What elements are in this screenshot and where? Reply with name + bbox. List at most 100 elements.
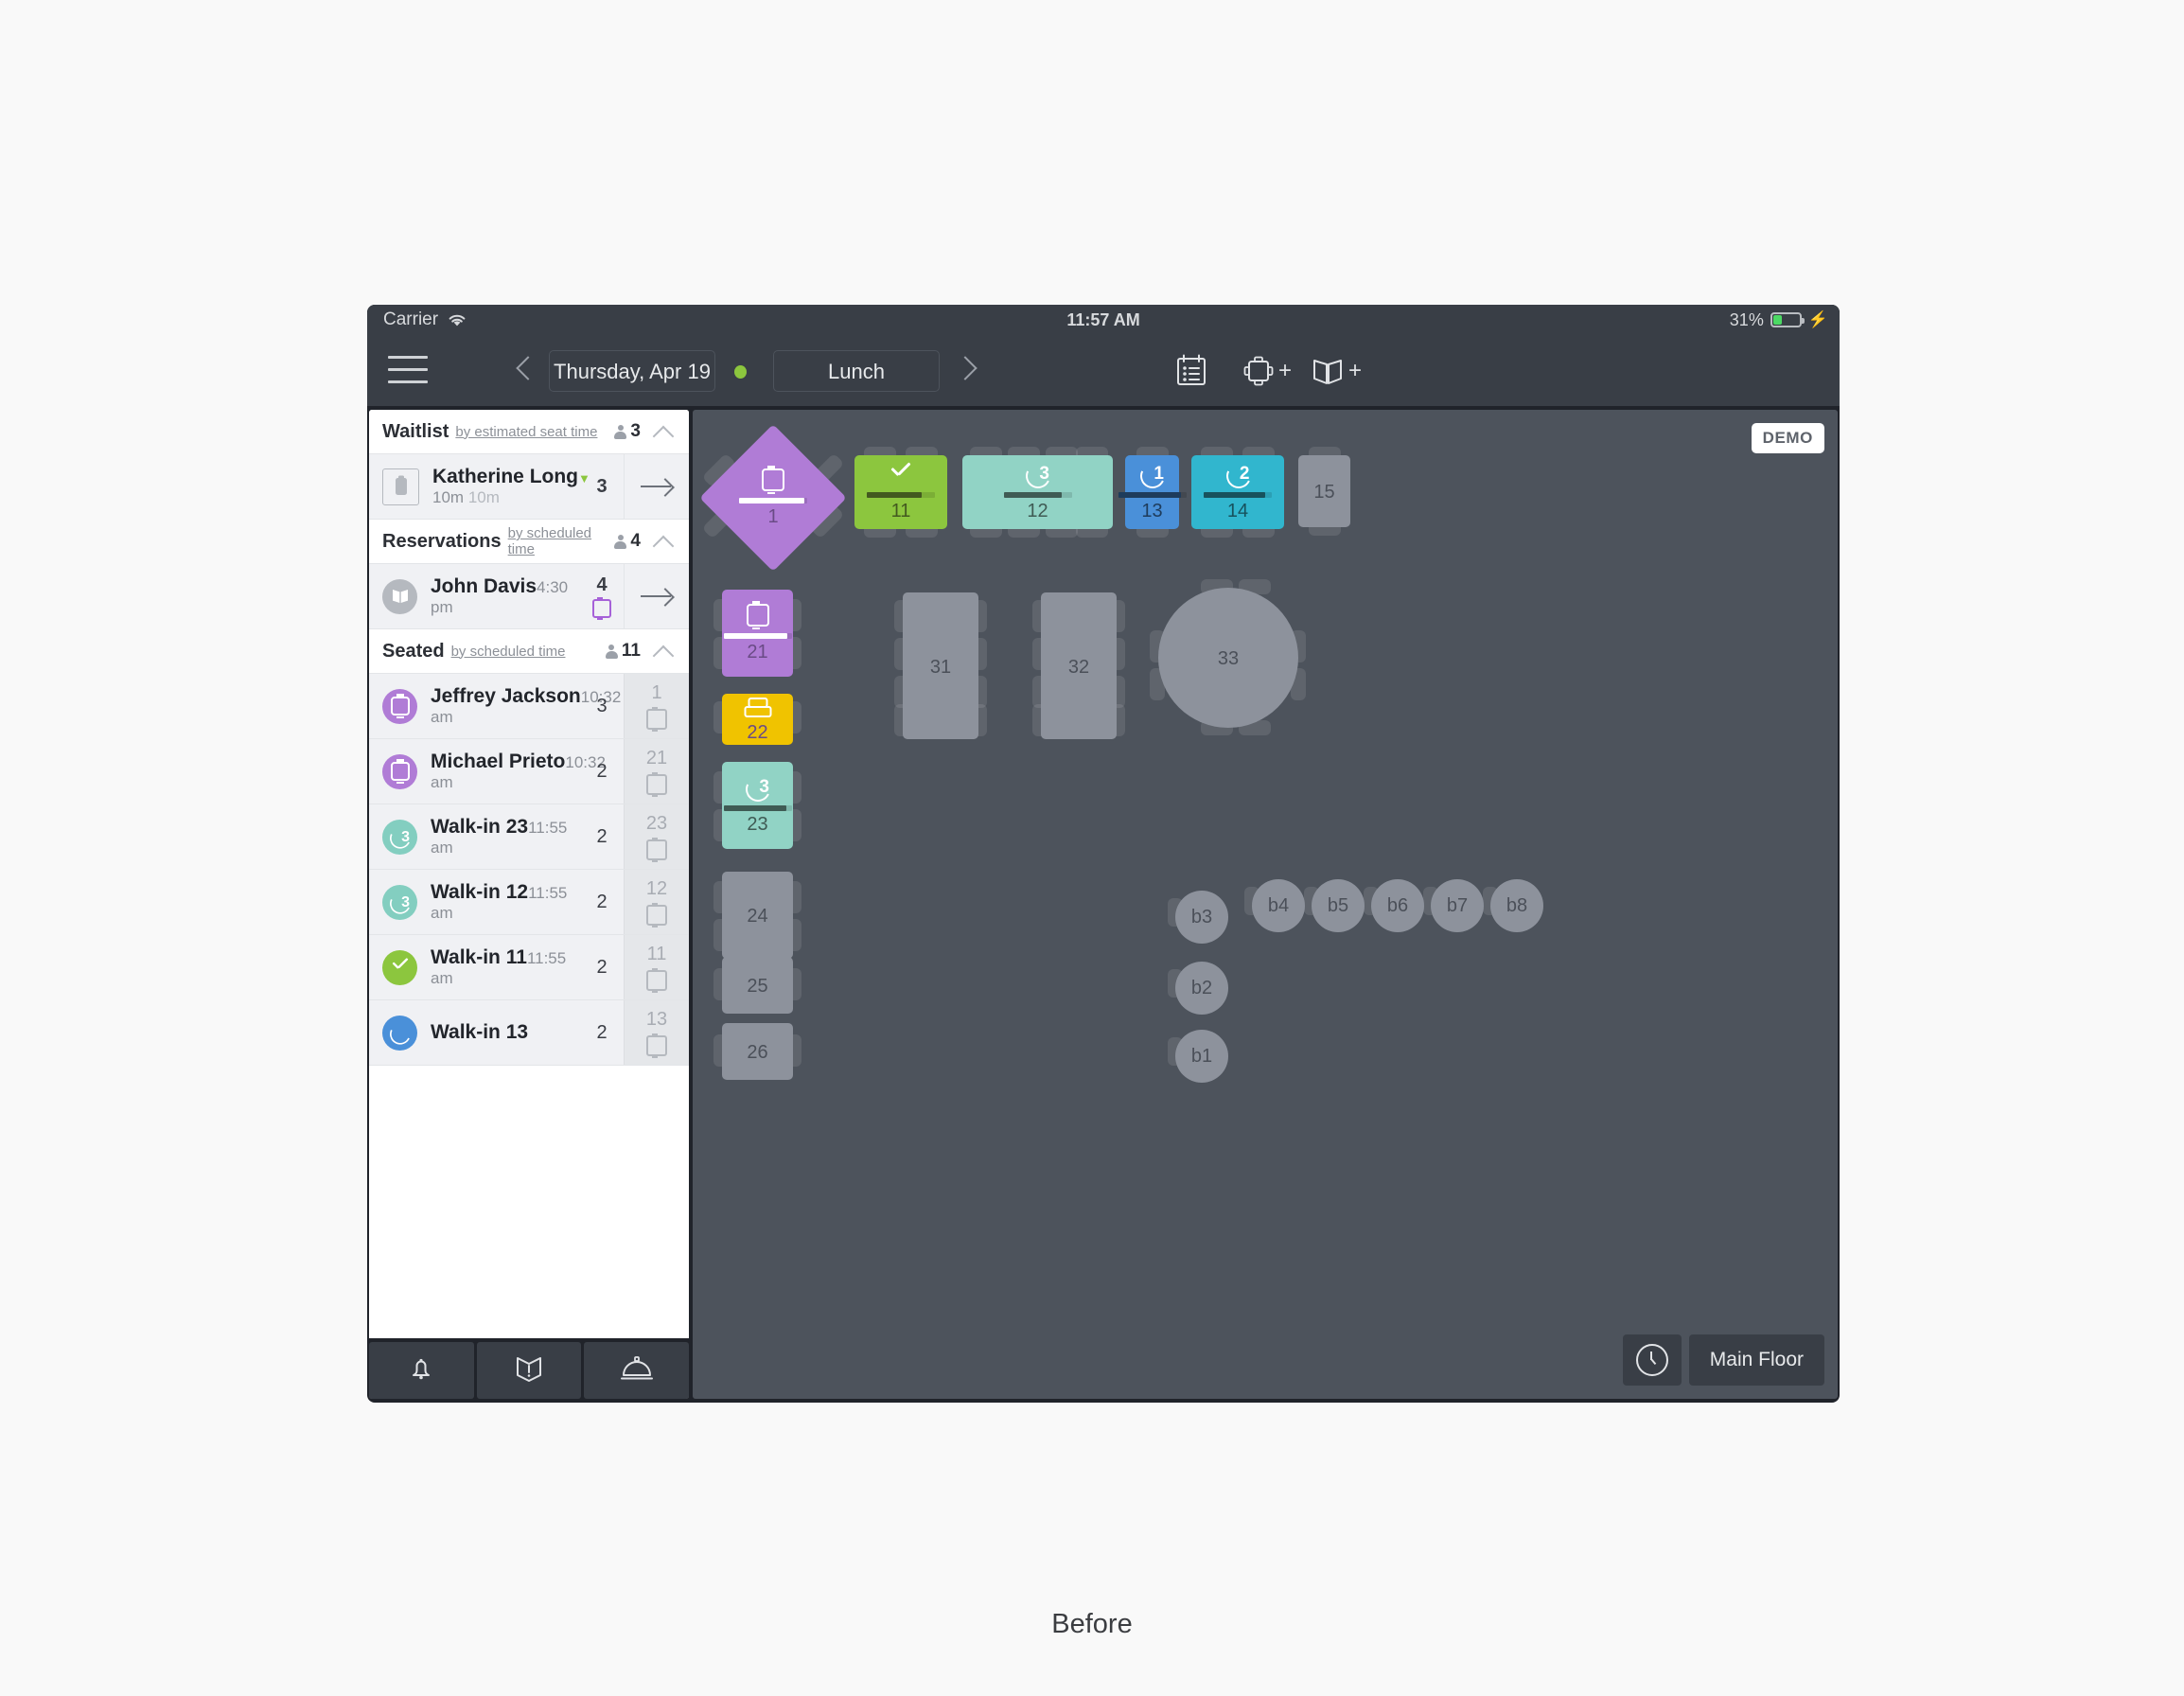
bar-seat-b4[interactable]: b4: [1252, 879, 1305, 932]
floor-table-11[interactable]: 11: [854, 447, 947, 538]
floor-table-25[interactable]: 25: [713, 957, 801, 1014]
chevron-up-icon[interactable]: [652, 535, 675, 557]
alerts-button[interactable]: [369, 1342, 474, 1399]
list-item-main[interactable]: 3 Walk-in 1211:55 am: [369, 870, 580, 934]
section-sort-link[interactable]: by scheduled time: [451, 644, 566, 660]
floor-footer: Main Floor: [1622, 1334, 1824, 1386]
floor-table-15[interactable]: 15: [1298, 447, 1350, 536]
next-day-button[interactable]: [951, 356, 978, 386]
bar-seat-b3[interactable]: b3: [1175, 891, 1228, 944]
clipboard-list-icon[interactable]: [1172, 350, 1210, 392]
guest-count-cell: 4: [580, 564, 624, 628]
guest-count-cell: 2: [596, 1021, 608, 1043]
course-timer-icon: 3: [1022, 459, 1054, 492]
table-number: 23: [645, 813, 668, 834]
server-dome-icon: [619, 1352, 655, 1389]
floor-plan[interactable]: DEMO Main Floor 1 11 3 12 1 13 2 14 15 21 22 3 23 24 2…: [693, 410, 1838, 1399]
date-selector[interactable]: Thursday, Apr 19: [549, 350, 715, 392]
assigned-table-cell[interactable]: 12: [624, 870, 689, 934]
list-item-main[interactable]: Jeffrey Jackson10:32 am: [369, 674, 621, 738]
floor-table-24[interactable]: 24: [713, 872, 801, 959]
list-item-main[interactable]: 3 Walk-in 2311:55 am: [369, 804, 580, 869]
section-sort-link[interactable]: by scheduled time: [508, 525, 615, 557]
service-button[interactable]: [584, 1342, 689, 1399]
notes-button[interactable]: [476, 1342, 582, 1399]
section-header-waitlist[interactable]: Waitlist by estimated seat time 3: [369, 410, 689, 454]
table-body: 25: [722, 957, 793, 1014]
figure-caption: Before: [1051, 1609, 1133, 1639]
seat-action-button[interactable]: [624, 564, 689, 628]
list-item[interactable]: John Davis4:30 pm 4: [369, 564, 689, 629]
floor-table-23[interactable]: 3 23: [713, 762, 801, 849]
bar-seat-b1[interactable]: b1: [1175, 1030, 1228, 1083]
bar-seat-b6[interactable]: b6: [1371, 879, 1424, 932]
course-progress-bar: [1003, 492, 1072, 498]
history-button[interactable]: [1622, 1334, 1682, 1386]
list-item-main[interactable]: Michael Prieto10:32 am: [369, 739, 606, 804]
list-item-main[interactable]: Walk-in 1111:55 am: [369, 935, 580, 999]
floor-table-21[interactable]: 21: [713, 590, 801, 677]
seat-action-button[interactable]: [624, 454, 689, 519]
add-table-button[interactable]: +: [1242, 350, 1292, 392]
list-item-main[interactable]: John Davis4:30 pm: [369, 564, 580, 628]
table-label: 22: [747, 722, 768, 743]
list-item-main[interactable]: Walk-in 13: [369, 1000, 580, 1065]
nav-bar: Thursday, Apr 19 Lunch + +: [367, 335, 1840, 406]
guest-name: Walk-in 13: [431, 1021, 529, 1044]
floor-table-32[interactable]: 32: [1032, 592, 1125, 739]
floor-table-13[interactable]: 1 13: [1118, 447, 1187, 538]
add-reservation-button[interactable]: +: [1311, 350, 1362, 392]
table-label: 23: [747, 814, 768, 835]
floor-table-22[interactable]: 22: [713, 694, 801, 745]
status-badge: [382, 578, 417, 614]
list-item[interactable]: Jeffrey Jackson10:32 am 3 1: [369, 674, 689, 739]
status-badge: 3: [382, 819, 417, 855]
bar-seat-b8[interactable]: b8: [1490, 879, 1543, 932]
section-header-seated[interactable]: Seated by scheduled time 11: [369, 629, 689, 674]
status-clock: 11:57 AM: [1066, 310, 1140, 329]
course-progress-bar: [723, 633, 792, 639]
guest-name: Walk-in 11: [431, 945, 527, 968]
table-body: 11: [854, 455, 947, 529]
floor-table-26[interactable]: 26: [713, 1023, 801, 1080]
assigned-table-cell[interactable]: 1: [624, 674, 689, 738]
floor-table-31[interactable]: 31: [894, 592, 987, 739]
hamburger-icon[interactable]: [388, 354, 428, 386]
floor-table-1[interactable]: 1: [699, 424, 847, 572]
table-status-icon: 1: [1136, 459, 1169, 492]
chevron-up-icon[interactable]: [652, 425, 675, 448]
bar-seat-label: b6: [1386, 894, 1409, 916]
table-status-icon: [762, 468, 784, 492]
assigned-table-cell[interactable]: 23: [624, 804, 689, 869]
list-item[interactable]: 3 Walk-in 2311:55 am 2 23: [369, 804, 689, 870]
list-item[interactable]: Walk-in 13 2 13: [369, 1000, 689, 1066]
section-header-reservations[interactable]: Reservations by scheduled time 4: [369, 520, 689, 564]
bar-seat-label: b8: [1506, 894, 1528, 916]
chevron-up-icon[interactable]: [652, 645, 675, 667]
floor-table-33[interactable]: 33: [1150, 579, 1306, 735]
course-progress-bar: [723, 805, 792, 811]
list-item[interactable]: 3 Walk-in 1211:55 am 2 12: [369, 870, 689, 935]
list-item[interactable]: Michael Prieto10:32 am 2 21: [369, 739, 689, 804]
bar-seat-b7[interactable]: b7: [1431, 879, 1484, 932]
section-sort-link[interactable]: by estimated seat time: [455, 424, 597, 440]
guest-list[interactable]: Waitlist by estimated seat time 3 Katherine…: [369, 410, 689, 1338]
shift-status-dot: [734, 365, 747, 379]
assigned-table-cell[interactable]: 13: [624, 1000, 689, 1065]
status-badge: [382, 688, 417, 724]
list-item[interactable]: Walk-in 1111:55 am 2 11: [369, 935, 689, 1000]
prev-day-button[interactable]: [514, 356, 540, 386]
check-icon: [391, 963, 409, 972]
floor-table-12[interactable]: 3 12: [962, 447, 1113, 538]
charging-bolt-icon: ⚡: [1807, 310, 1828, 328]
assigned-table-cell[interactable]: 21: [624, 739, 689, 804]
floor-table-14[interactable]: 2 14: [1191, 447, 1284, 538]
bar-seat-b5[interactable]: b5: [1312, 879, 1365, 932]
shift-selector[interactable]: Lunch: [773, 350, 940, 392]
bar-seat-b2[interactable]: b2: [1175, 962, 1228, 1015]
assigned-table-cell[interactable]: 11: [624, 935, 689, 999]
list-item-main[interactable]: Katherine Long▼ 10m 10m: [369, 454, 590, 519]
list-item[interactable]: Katherine Long▼ 10m 10m 3: [369, 454, 689, 520]
table-number: 13: [645, 1009, 668, 1030]
floor-selector-button[interactable]: Main Floor: [1688, 1334, 1824, 1386]
